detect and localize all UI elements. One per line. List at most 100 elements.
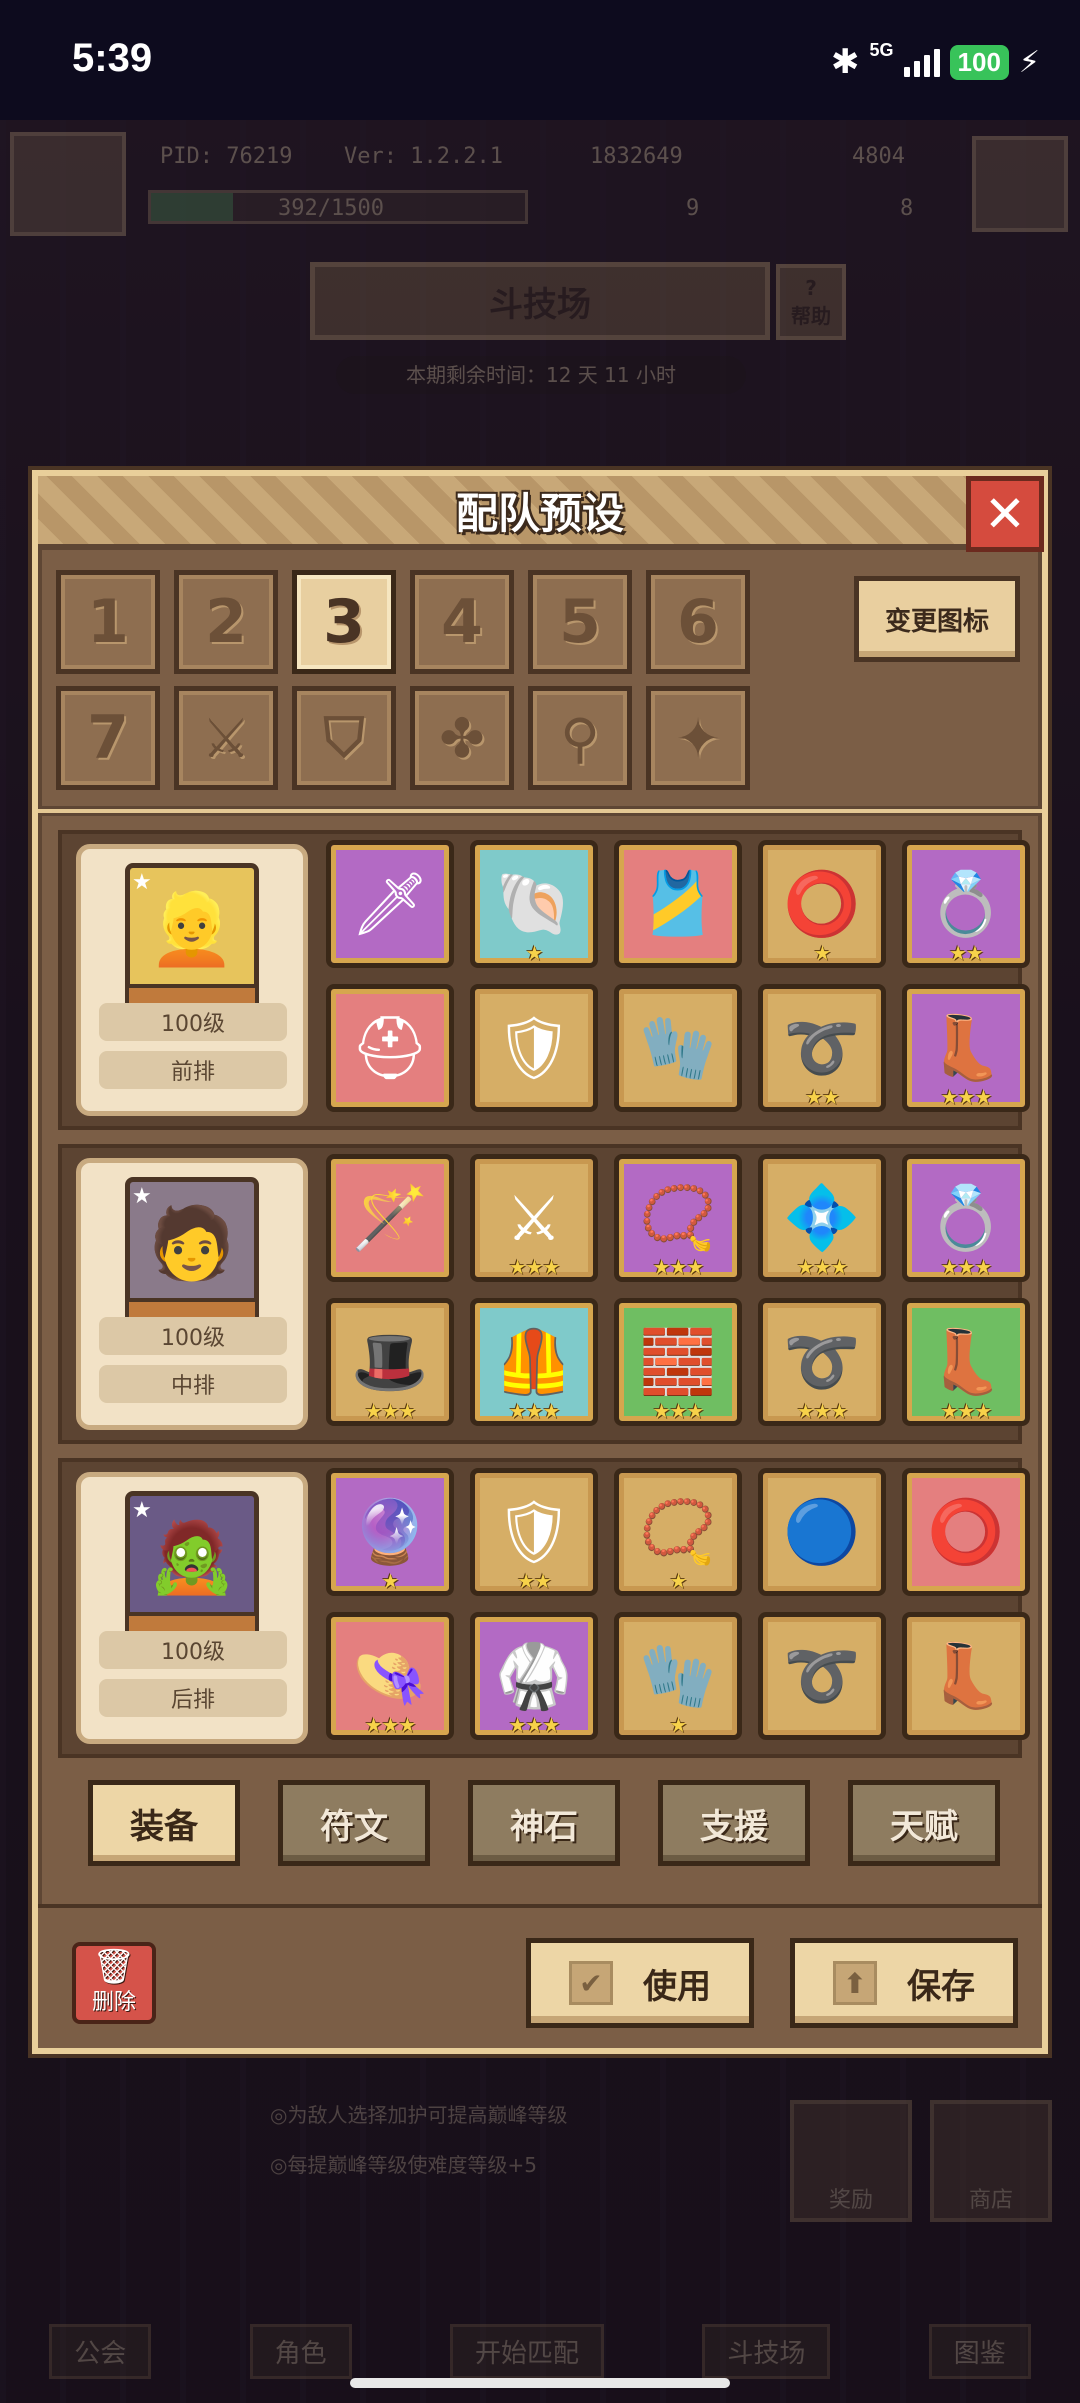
network-label: 5G bbox=[869, 39, 894, 60]
gauntlet-icon[interactable]: 🧤 ★ bbox=[614, 1612, 742, 1740]
gem-count: 4804 bbox=[852, 144, 905, 169]
dialog-header: 配队预设 bbox=[38, 476, 1042, 550]
settings-gear-icon[interactable] bbox=[972, 136, 1068, 232]
home-indicator[interactable] bbox=[350, 2378, 730, 2388]
nav-arena[interactable]: 斗技场 bbox=[702, 2324, 831, 2379]
preset-tab-1[interactable]: 1 bbox=[56, 570, 160, 674]
orb-icon[interactable]: 🔵 bbox=[758, 1468, 886, 1596]
hero-card[interactable]: ★ 🧑 100级 中排 bbox=[76, 1158, 308, 1430]
preset-crossbow-icon[interactable]: ✤ bbox=[410, 686, 514, 790]
reward-button[interactable]: 奖励 bbox=[790, 2100, 912, 2222]
divider bbox=[38, 806, 1042, 816]
ring-icon[interactable]: ⭕ bbox=[902, 1468, 1030, 1596]
belt-icon[interactable]: ➰ ★★★ bbox=[758, 1298, 886, 1426]
shell-icon[interactable]: 🐚 ★ bbox=[470, 840, 598, 968]
armor-icon[interactable]: 🛡 bbox=[470, 984, 598, 1112]
player-avatar[interactable] bbox=[10, 132, 126, 236]
preset-tab-6[interactable]: 6 bbox=[646, 570, 750, 674]
boots-icon[interactable]: 👢 bbox=[902, 1612, 1030, 1740]
tip-line: ◎每提巅峰等级使难度等级+5 bbox=[270, 2153, 537, 2177]
preset-tab-5[interactable]: 5 bbox=[528, 570, 632, 674]
shield-icon[interactable]: 🛡 ★★ bbox=[470, 1468, 598, 1596]
team-panel-back: ★ 🧟 100级 后排 🔮 ★ 🛡 ★★ 📿 ★ 🔵 ⭕ 👒 ★★★ 🥋 ★★★ 🧤 ★ ➰ … bbox=[58, 1458, 1030, 1758]
hero-position: 前排 bbox=[99, 1051, 287, 1089]
nav-guild[interactable]: 公会 bbox=[49, 2324, 152, 2379]
tab-runes[interactable]: 符文 bbox=[278, 1780, 430, 1866]
belt-icon[interactable]: ➰ bbox=[758, 1612, 886, 1740]
trash-icon: 🗑 bbox=[92, 1947, 136, 1987]
hero-level: 100级 bbox=[99, 1631, 287, 1669]
hero-level: 100级 bbox=[99, 1003, 287, 1041]
hero-card[interactable]: ★ 👱 100级 前排 bbox=[76, 844, 308, 1116]
version-label: Ver: 1.2.2.1 bbox=[344, 144, 503, 169]
belt-icon[interactable]: ➰ ★★ bbox=[758, 984, 886, 1112]
tips: ◎为敌人选择加护可提高巅峰等级 ◎每提巅峰等级使难度等级+5 bbox=[270, 2090, 770, 2190]
hero-portrait-green-skin: ★ 🧟 bbox=[125, 1491, 259, 1636]
preset-shield-icon[interactable]: ⛉ bbox=[292, 686, 396, 790]
status-bar: 5:39 ✱ 5G 100 ⚡ bbox=[0, 0, 1080, 120]
exp-label: 392/1500 bbox=[278, 196, 384, 221]
pid-label: PID: 76219 bbox=[160, 144, 293, 169]
signal-icon bbox=[903, 47, 940, 77]
clock: 5:39 bbox=[72, 36, 153, 80]
tab-support[interactable]: 支援 bbox=[658, 1780, 810, 1866]
save-button[interactable]: ⬆ 保存 bbox=[790, 1938, 1018, 2028]
category-tabs: 装备 符文 神石 支援 天赋 bbox=[88, 1780, 1000, 1866]
help-button[interactable]: ? 帮助 bbox=[776, 264, 846, 340]
preset-key-icon[interactable]: ⚲ bbox=[528, 686, 632, 790]
arena-title: 斗技场 bbox=[310, 262, 770, 340]
gloves-icon[interactable]: 🧤 bbox=[614, 984, 742, 1112]
dual-swords-icon[interactable]: ⚔ ★★★ bbox=[470, 1154, 598, 1282]
gem-ornament-icon[interactable]: 💠 ★★★ bbox=[758, 1154, 886, 1282]
boots-icon[interactable]: 👢 ★★★ bbox=[902, 984, 1030, 1112]
bracer-icon[interactable]: 🧱 ★★★ bbox=[614, 1298, 742, 1426]
necklace-icon[interactable]: 📿 ★★★ bbox=[614, 1154, 742, 1282]
preset-tab-3[interactable]: 3 bbox=[292, 570, 396, 674]
boots-icon[interactable]: 👢 ★★★ bbox=[902, 1298, 1030, 1426]
crystal-ring-icon[interactable]: 💍 ★★★ bbox=[902, 1154, 1030, 1282]
tab-godstone[interactable]: 神石 bbox=[468, 1780, 620, 1866]
top-hud: PID: 76219 Ver: 1.2.2.1 1832649 4804 392… bbox=[0, 120, 1080, 240]
nav-character[interactable]: 角色 bbox=[249, 2324, 352, 2379]
delete-button[interactable]: 🗑 删除 bbox=[72, 1942, 156, 2024]
nav-start-match[interactable]: 开始匹配 bbox=[449, 2324, 604, 2379]
hero-card[interactable]: ★ 🧟 100级 后排 bbox=[76, 1472, 308, 1744]
use-button[interactable]: ✔ 使用 bbox=[526, 1938, 754, 2028]
dialog-title: 配队预设 bbox=[455, 488, 624, 538]
delete-label: 删除 bbox=[91, 1990, 136, 2015]
crystal-ring-icon[interactable]: 💍 ★★ bbox=[902, 840, 1030, 968]
preset-tab-4[interactable]: 4 bbox=[410, 570, 514, 674]
preset-tab-7[interactable]: 7 bbox=[56, 686, 160, 790]
tab-equipment[interactable]: 装备 bbox=[88, 1780, 240, 1866]
equipment-grid: 🗡 🐚 ★ 🎽 ⭕ ★ 💍 ★★ ⛑ 🛡 🧤 ➰ ★★ 👢 ★★★ bbox=[326, 840, 1030, 1112]
chest-armor-icon[interactable]: 🦺 ★★★ bbox=[470, 1298, 598, 1426]
ring-icon[interactable]: ⭕ ★ bbox=[758, 840, 886, 968]
close-button[interactable]: ✕ bbox=[966, 476, 1044, 552]
tab-talent[interactable]: 天赋 bbox=[848, 1780, 1000, 1866]
staff-icon[interactable]: 🪄 bbox=[326, 1154, 454, 1282]
team-preset-dialog: 配队预设 ✕ 1 2 3 4 5 6 7 ⚔ ⛉ ✤ ⚲ ✦ 变更图标 ★ 👱 1… bbox=[32, 470, 1048, 2054]
nav-codex[interactable]: 图鉴 bbox=[928, 2324, 1031, 2379]
change-icon-button[interactable]: 变更图标 bbox=[854, 576, 1020, 662]
hero-portrait-dark-hair: ★ 🧑 bbox=[125, 1177, 259, 1322]
preset-tab-2[interactable]: 2 bbox=[174, 570, 278, 674]
shop-button[interactable]: 商店 bbox=[930, 2100, 1052, 2222]
hero-position: 后排 bbox=[99, 1679, 287, 1717]
preset-shuriken-icon[interactable]: ✦ bbox=[646, 686, 750, 790]
hat-icon[interactable]: 🎩 ★★★ bbox=[326, 1298, 454, 1426]
hat-icon[interactable]: 👒 ★★★ bbox=[326, 1612, 454, 1740]
close-icon: ✕ bbox=[984, 485, 1026, 543]
hero-level: 100级 bbox=[99, 1317, 287, 1355]
wand-icon[interactable]: 🔮 ★ bbox=[326, 1468, 454, 1596]
pendant-icon[interactable]: 📿 ★ bbox=[614, 1468, 742, 1596]
tip-line: ◎为敌人选择加护可提高巅峰等级 bbox=[270, 2103, 568, 2127]
amulet-icon[interactable]: 🎽 bbox=[614, 840, 742, 968]
use-label: 使用 bbox=[643, 1966, 711, 2007]
sword-icon[interactable]: 🗡 bbox=[326, 840, 454, 968]
gold-count: 1832649 bbox=[590, 144, 683, 169]
helmet-icon[interactable]: ⛑ bbox=[326, 984, 454, 1112]
preset-crossed-swords-icon[interactable]: ⚔ bbox=[174, 686, 278, 790]
robe-icon[interactable]: 🥋 ★★★ bbox=[470, 1612, 598, 1740]
help-label: 帮助 bbox=[791, 303, 831, 328]
help-icon: ? bbox=[805, 275, 817, 300]
